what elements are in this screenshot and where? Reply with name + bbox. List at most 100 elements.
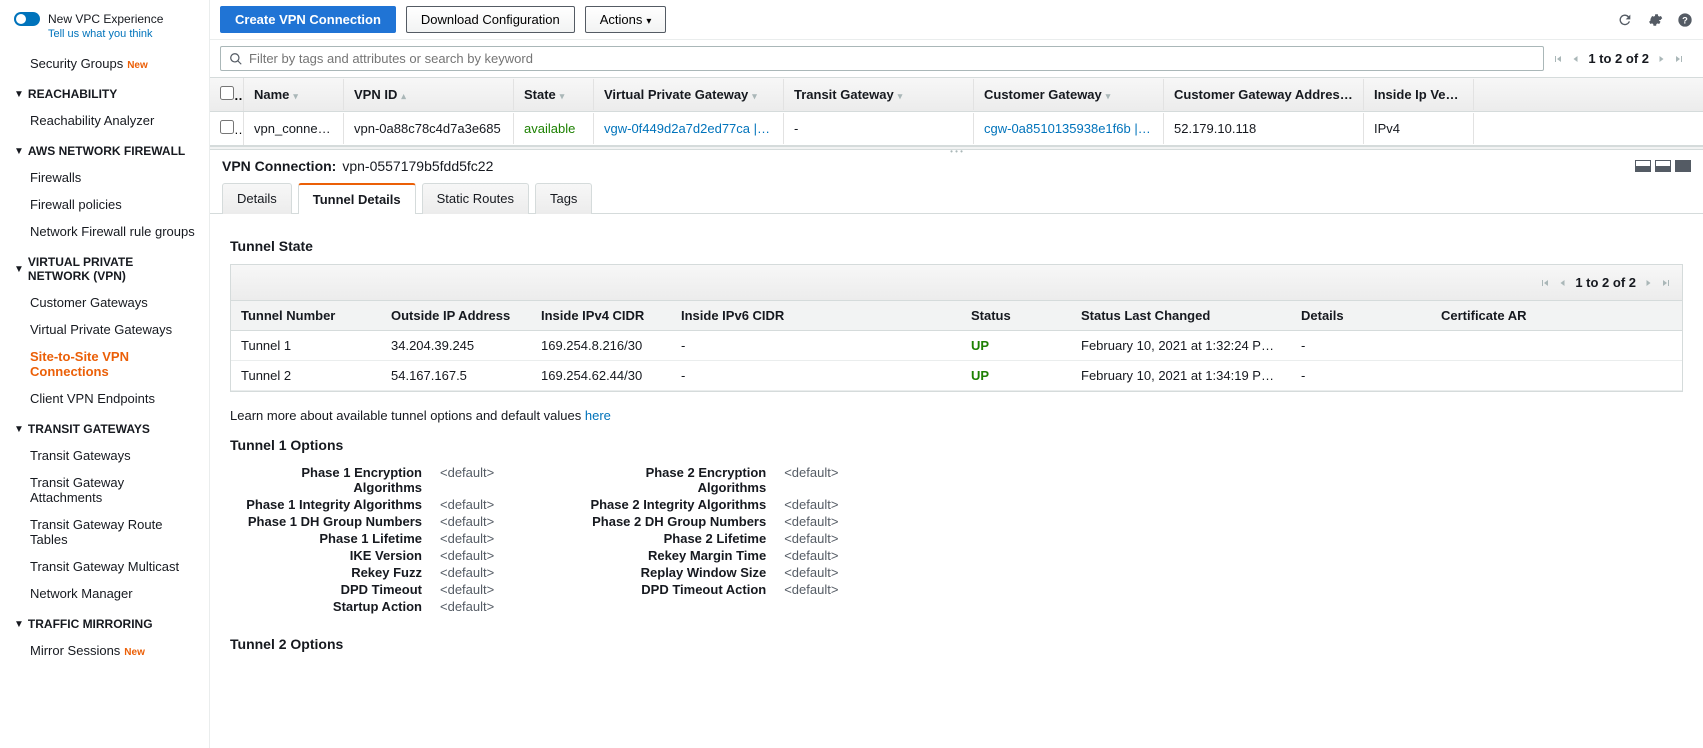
option-row: Phase 2 Lifetime<default> — [574, 531, 838, 546]
option-value: <default> — [440, 514, 494, 529]
layout-split-icon[interactable] — [1635, 160, 1651, 172]
sidebar-head-tm[interactable]: ▼TRAFFIC MIRRORING — [0, 607, 209, 637]
gear-icon[interactable] — [1647, 12, 1663, 28]
caret-down-icon: ▼ — [14, 424, 24, 435]
here-link[interactable]: here — [585, 408, 611, 423]
detail-tabs: Details Tunnel Details Static Routes Tag… — [210, 182, 1703, 214]
option-key: Phase 1 DH Group Numbers — [230, 514, 440, 529]
sidebar: New VPC Experience Tell us what you thin… — [0, 0, 210, 748]
option-value: <default> — [440, 582, 494, 597]
option-key: Rekey Fuzz — [230, 565, 440, 580]
tunnel-pager: 1 to 2 of 2 — [231, 265, 1682, 301]
option-value: <default> — [440, 465, 494, 495]
option-value: <default> — [784, 514, 838, 529]
sidebar-item-security-groups[interactable]: Security GroupsNew — [0, 50, 209, 77]
option-value: <default> — [440, 599, 494, 614]
col-name[interactable]: Name▾ — [244, 79, 344, 110]
option-key: Rekey Margin Time — [574, 548, 784, 563]
tab-details[interactable]: Details — [222, 183, 292, 214]
cell-id: vpn-0a88c78c4d7a3e685 — [344, 113, 514, 144]
page-prev-icon[interactable] — [1557, 277, 1569, 289]
sidebar-item-tgrt[interactable]: Transit Gateway Route Tables — [0, 511, 209, 553]
actions-dropdown[interactable]: Actions▾ — [585, 6, 667, 33]
row-checkbox[interactable] — [220, 120, 234, 134]
tab-tunnel-details[interactable]: Tunnel Details — [298, 183, 416, 214]
cell-cgw-link[interactable]: cgw-0a8510135938e1f6b | cust... — [974, 113, 1164, 144]
cell-tgw: - — [784, 113, 974, 144]
sidebar-head-tgw[interactable]: ▼TRANSIT GATEWAYS — [0, 412, 209, 442]
download-config-button[interactable]: Download Configuration — [406, 6, 575, 33]
tunnel-table-header: Tunnel Number Outside IP Address Inside … — [231, 301, 1682, 331]
help-icon[interactable]: ? — [1677, 12, 1693, 28]
option-value: <default> — [784, 531, 838, 546]
sidebar-item-nm[interactable]: Network Manager — [0, 580, 209, 607]
page-first-icon[interactable] — [1539, 277, 1551, 289]
search-box[interactable] — [220, 46, 1544, 71]
caret-down-icon: ▼ — [14, 89, 24, 100]
detail-title: VPN Connection: vpn-0557179b5fdd5fc22 — [210, 150, 1703, 182]
sidebar-item-tgw[interactable]: Transit Gateways — [0, 442, 209, 469]
sidebar-item-tgm[interactable]: Transit Gateway Multicast — [0, 553, 209, 580]
sidebar-item-cgw[interactable]: Customer Gateways — [0, 289, 209, 316]
col-iv[interactable]: Inside Ip Version — [1364, 79, 1474, 110]
sidebar-item-firewall-policies[interactable]: Firewall policies — [0, 191, 209, 218]
tcol-i6: Inside IPv6 CIDR — [671, 301, 961, 330]
col-tgw[interactable]: Transit Gateway▾ — [784, 79, 974, 110]
page-prev-icon[interactable] — [1570, 53, 1582, 65]
col-cgw[interactable]: Customer Gateway▾ — [974, 79, 1164, 110]
cell-vgw-link[interactable]: vgw-0f449d2a7d2ed77ca | vpn_... — [594, 113, 784, 144]
page-next-icon[interactable] — [1655, 53, 1667, 65]
sidebar-item-firewalls[interactable]: Firewalls — [0, 164, 209, 191]
sidebar-item-client-vpn[interactable]: Client VPN Endpoints — [0, 385, 209, 412]
sidebar-item-vpgw[interactable]: Virtual Private Gateways — [0, 316, 209, 343]
tunnel2-opts-head: Tunnel 2 Options — [230, 636, 1683, 652]
tab-tags[interactable]: Tags — [535, 183, 592, 214]
sidebar-head-anf[interactable]: ▼AWS NETWORK FIREWALL — [0, 134, 209, 164]
col-cga[interactable]: Customer Gateway Address▾ — [1164, 79, 1364, 110]
layout-bottom-icon[interactable] — [1655, 160, 1671, 172]
caret-down-icon: ▼ — [14, 146, 24, 157]
sidebar-item-mirror-sessions[interactable]: Mirror SessionsNew — [0, 637, 209, 664]
sidebar-item-s2s-vpn[interactable]: Site-to-Site VPN Connections — [0, 343, 209, 385]
status-up: UP — [961, 331, 1071, 360]
feedback-link[interactable]: Tell us what you think — [0, 28, 209, 50]
sidebar-item-nfrg[interactable]: Network Firewall rule groups — [0, 218, 209, 245]
option-key: Phase 2 Encryption Algorithms — [574, 465, 784, 495]
refresh-icon[interactable] — [1617, 12, 1633, 28]
option-row: IKE Version<default> — [230, 548, 494, 563]
cell-state: available — [514, 113, 594, 144]
option-row: Replay Window Size<default> — [574, 565, 838, 580]
option-key: Phase 2 Lifetime — [574, 531, 784, 546]
page-next-icon[interactable] — [1642, 277, 1654, 289]
option-row: Phase 1 Lifetime<default> — [230, 531, 494, 546]
table-row[interactable]: vpn_connecti... vpn-0a88c78c4d7a3e685 av… — [210, 112, 1703, 145]
tcol-oip: Outside IP Address — [381, 301, 531, 330]
option-key: DPD Timeout — [230, 582, 440, 597]
create-vpn-button[interactable]: Create VPN Connection — [220, 6, 396, 33]
col-state[interactable]: State▾ — [514, 79, 594, 110]
select-all-checkbox[interactable] — [220, 86, 234, 100]
page-last-icon[interactable] — [1660, 277, 1672, 289]
sidebar-head-reachability[interactable]: ▼REACHABILITY — [0, 77, 209, 107]
search-input[interactable] — [249, 51, 1535, 66]
col-vgw[interactable]: Virtual Private Gateway▾ — [594, 79, 784, 110]
new-experience-label: New VPC Experience — [48, 12, 163, 26]
page-last-icon[interactable] — [1673, 53, 1685, 65]
tunnel-row[interactable]: Tunnel 2 54.167.167.5 169.254.62.44/30 -… — [231, 361, 1682, 391]
page-first-icon[interactable] — [1552, 53, 1564, 65]
col-vpn-id[interactable]: VPN ID▴ — [344, 79, 514, 110]
sidebar-item-tga[interactable]: Transit Gateway Attachments — [0, 469, 209, 511]
caret-down-icon: ▼ — [14, 264, 24, 275]
main-content: Create VPN Connection Download Configura… — [210, 0, 1703, 748]
tunnel-table: 1 to 2 of 2 Tunnel Number Outside IP Add… — [230, 264, 1683, 392]
top-action-bar: Create VPN Connection Download Configura… — [210, 0, 1703, 40]
option-row: Rekey Margin Time<default> — [574, 548, 838, 563]
tunnel-row[interactable]: Tunnel 1 34.204.39.245 169.254.8.216/30 … — [231, 331, 1682, 361]
tab-static-routes[interactable]: Static Routes — [422, 183, 529, 214]
new-experience-toggle[interactable] — [14, 12, 40, 26]
sidebar-head-vpn[interactable]: ▼VIRTUAL PRIVATE NETWORK (VPN) — [0, 245, 209, 289]
option-value: <default> — [784, 565, 838, 580]
layout-full-icon[interactable] — [1675, 160, 1691, 172]
tcol-arn: Certificate AR — [1431, 301, 1551, 330]
sidebar-item-reachability-analyzer[interactable]: Reachability Analyzer — [0, 107, 209, 134]
